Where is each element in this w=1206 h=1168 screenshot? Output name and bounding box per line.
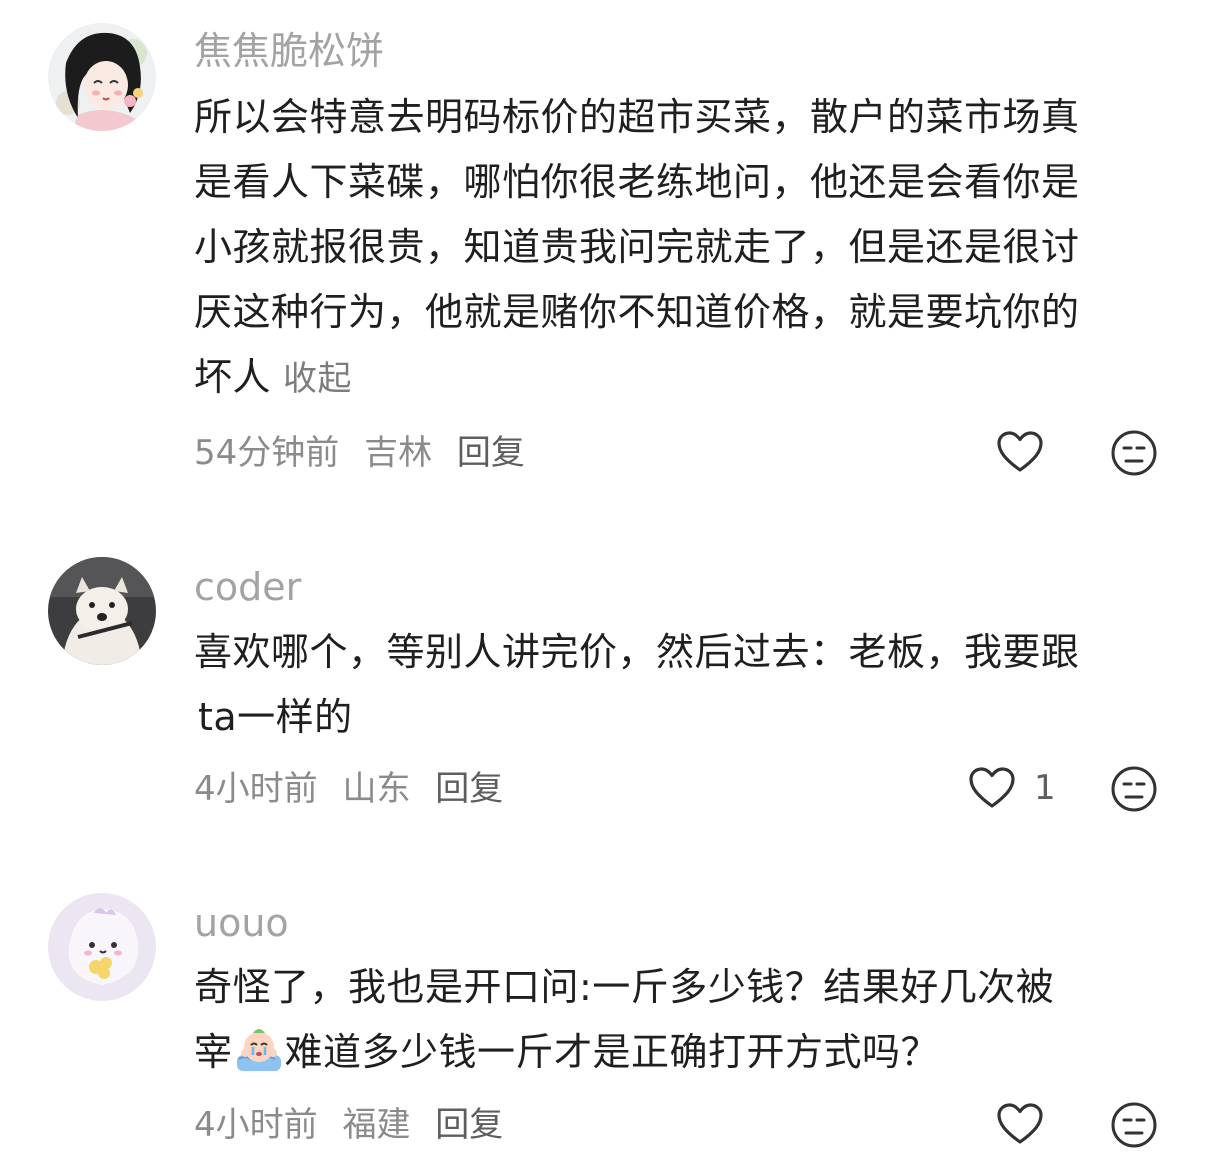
comment-text-line: ta一样的: [198, 695, 353, 739]
comment-text-tail: 坏人: [194, 355, 272, 399]
comment-location: 山东: [342, 769, 411, 809]
like-button[interactable]: 1: [968, 766, 1056, 810]
collapse-link[interactable]: 收起: [283, 359, 352, 399]
comment-text-line: 厌这种行为，他就是赌你不知道价格，就是要坑你的: [194, 290, 1080, 334]
neutral-face-icon[interactable]: [1110, 765, 1158, 813]
neutral-face-icon[interactable]: [1110, 1101, 1158, 1149]
heart-outline-icon: [997, 1103, 1043, 1144]
avatar[interactable]: [48, 23, 156, 131]
comment-location: 福建: [342, 1105, 411, 1145]
avatar[interactable]: [48, 557, 156, 665]
comment-text-segment: 难道多少钱一斤才是正确打开方式吗？: [284, 1030, 940, 1074]
comment-text-segment: 宰: [194, 1030, 233, 1074]
comment-meta: 54分钟前 吉林 回复: [194, 431, 539, 475]
comment-text: 所以会特意去明码标价的超市买菜，散户的菜市场真 是看人下菜碟，哪怕你很老练地问，…: [194, 85, 1164, 412]
comment-time: 4小时前: [194, 769, 318, 809]
like-button[interactable]: [996, 430, 1044, 474]
like-count: 1: [1034, 768, 1056, 808]
comment-text-line: 是看人下菜碟，哪怕你很老练地问，他还是会看你是: [194, 160, 1080, 204]
neutral-face-icon[interactable]: [1110, 429, 1158, 477]
comment-time: 54分钟前: [194, 433, 340, 473]
username[interactable]: coder: [194, 562, 301, 612]
comment-text: 奇怪了，我也是开口问:一斤多少钱？结果好几次被 宰 难道多少钱一斤才是正确打开方…: [194, 955, 1164, 1085]
comment-text-line: 坏人 收起: [194, 345, 1164, 412]
username[interactable]: uouo: [194, 898, 289, 948]
heart-outline-icon: [997, 431, 1043, 472]
comment-text: 喜欢哪个，等别人讲完价，然后过去：老板，我要跟 ta一样的: [194, 620, 1164, 750]
reply-button[interactable]: 回复: [435, 1105, 503, 1145]
comment-time: 4小时前: [194, 1105, 318, 1145]
comment-location: 吉林: [364, 433, 433, 473]
comment-text-line: 喜欢哪个，等别人讲完价，然后过去：老板，我要跟: [194, 630, 1080, 674]
comment-text-line: 奇怪了，我也是开口问:一斤多少钱？结果好几次被: [194, 965, 1055, 1009]
reply-button[interactable]: 回复: [435, 769, 503, 809]
crying-peach-emoji: [236, 1029, 281, 1071]
username[interactable]: 焦焦脆松饼: [194, 26, 384, 76]
like-button[interactable]: [996, 1102, 1044, 1146]
comment-text-line: 小孩就报很贵，知道贵我问完就走了，但是还是很讨: [194, 225, 1080, 269]
comment-text-line: 宰 难道多少钱一斤才是正确打开方式吗？: [194, 1020, 1164, 1085]
comment-meta: 4小时前 山东 回复: [194, 767, 517, 811]
comment-meta: 4小时前 福建 回复: [194, 1103, 517, 1147]
reply-button[interactable]: 回复: [457, 433, 525, 473]
heart-outline-icon: [969, 767, 1015, 808]
comment-text-line: 所以会特意去明码标价的超市买菜，散户的菜市场真: [194, 95, 1080, 139]
avatar[interactable]: [48, 893, 156, 1001]
